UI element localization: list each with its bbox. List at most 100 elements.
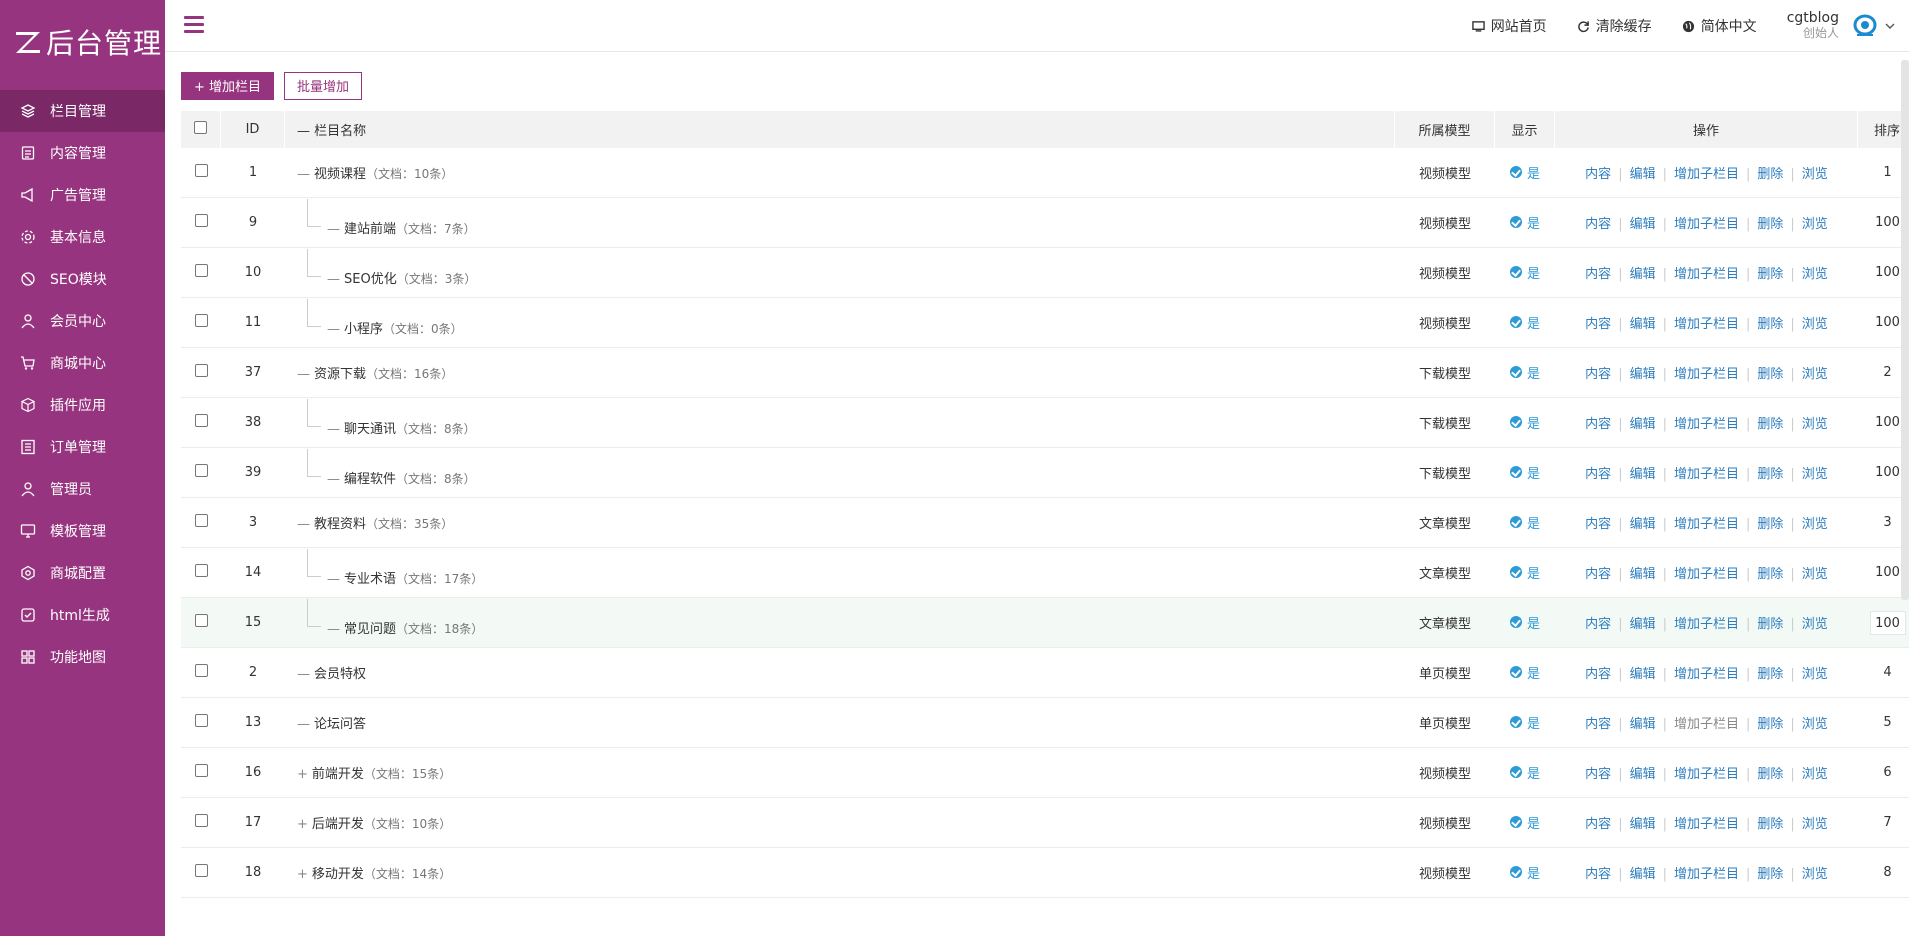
sort-value[interactable]: 4	[1883, 665, 1891, 680]
op-content-link[interactable]: 内容	[1585, 267, 1611, 282]
op-content-link[interactable]: 内容	[1585, 817, 1611, 832]
op-edit-link[interactable]: 编辑	[1630, 367, 1656, 382]
sort-input[interactable]: 100	[1869, 610, 1906, 635]
sort-value[interactable]: 1	[1883, 165, 1891, 180]
row-expand-toggle[interactable]: —	[297, 517, 310, 532]
row-checkbox[interactable]	[194, 664, 208, 677]
op-browse-link[interactable]: 浏览	[1802, 817, 1828, 832]
add-column-button[interactable]: + 增加栏目	[181, 71, 275, 100]
row-checkbox[interactable]	[194, 464, 208, 477]
row-expand-toggle[interactable]: +	[297, 867, 308, 882]
user-info[interactable]: cgtblog 创始人	[1787, 11, 1839, 41]
op-browse-link[interactable]: 浏览	[1802, 667, 1828, 682]
op-edit-link[interactable]: 编辑	[1630, 267, 1656, 282]
display-toggle[interactable]: 是	[1509, 363, 1540, 382]
op-add-sub-link[interactable]: 增加子栏目	[1674, 167, 1739, 182]
op-edit-link[interactable]: 编辑	[1630, 167, 1656, 182]
sort-value[interactable]: 100	[1875, 315, 1900, 330]
sidebar-item-1[interactable]: 内容管理	[0, 132, 165, 174]
display-toggle[interactable]: 是	[1509, 663, 1540, 682]
op-add-sub-link[interactable]: 增加子栏目	[1674, 817, 1739, 832]
op-content-link[interactable]: 内容	[1585, 317, 1611, 332]
op-add-sub-link[interactable]: 增加子栏目	[1674, 517, 1739, 532]
op-edit-link[interactable]: 编辑	[1630, 617, 1656, 632]
sidebar-item-7[interactable]: 插件应用	[0, 384, 165, 426]
op-add-sub-link[interactable]: 增加子栏目	[1674, 467, 1739, 482]
row-expand-toggle[interactable]: —	[327, 272, 340, 287]
row-expand-toggle[interactable]: —	[297, 717, 310, 732]
sort-value[interactable]: 6	[1883, 765, 1891, 780]
row-checkbox[interactable]	[194, 714, 208, 727]
op-delete-link[interactable]: 删除	[1757, 417, 1783, 432]
op-delete-link[interactable]: 删除	[1757, 817, 1783, 832]
op-add-sub-link[interactable]: 增加子栏目	[1674, 667, 1739, 682]
op-content-link[interactable]: 内容	[1585, 517, 1611, 532]
op-delete-link[interactable]: 删除	[1757, 867, 1783, 882]
display-toggle[interactable]: 是	[1509, 213, 1540, 232]
op-delete-link[interactable]: 删除	[1757, 367, 1783, 382]
row-expand-toggle[interactable]: —	[327, 622, 340, 637]
op-content-link[interactable]: 内容	[1585, 567, 1611, 582]
sort-value[interactable]: 100	[1875, 415, 1900, 430]
op-delete-link[interactable]: 删除	[1757, 767, 1783, 782]
language-switch[interactable]: 简体中文	[1682, 16, 1757, 36]
row-checkbox[interactable]	[194, 614, 208, 627]
sidebar-item-6[interactable]: 商城中心	[0, 342, 165, 384]
chevron-down-icon[interactable]	[1885, 21, 1895, 31]
row-expand-toggle[interactable]: +	[297, 767, 308, 782]
row-checkbox[interactable]	[194, 314, 208, 327]
op-browse-link[interactable]: 浏览	[1802, 517, 1828, 532]
op-content-link[interactable]: 内容	[1585, 867, 1611, 882]
op-delete-link[interactable]: 删除	[1757, 267, 1783, 282]
op-delete-link[interactable]: 删除	[1757, 517, 1783, 532]
op-delete-link[interactable]: 删除	[1757, 617, 1783, 632]
op-content-link[interactable]: 内容	[1585, 667, 1611, 682]
op-browse-link[interactable]: 浏览	[1802, 317, 1828, 332]
display-toggle[interactable]: 是	[1509, 863, 1540, 882]
sidebar-item-0[interactable]: 栏目管理	[0, 90, 165, 132]
op-browse-link[interactable]: 浏览	[1802, 567, 1828, 582]
row-expand-toggle[interactable]: —	[297, 167, 310, 182]
display-toggle[interactable]: 是	[1509, 413, 1540, 432]
op-edit-link[interactable]: 编辑	[1630, 467, 1656, 482]
sidebar-item-13[interactable]: 功能地图	[0, 636, 165, 678]
sidebar-item-4[interactable]: SEO模块	[0, 258, 165, 300]
sidebar-item-9[interactable]: 管理员	[0, 468, 165, 510]
op-browse-link[interactable]: 浏览	[1802, 617, 1828, 632]
scrollbar[interactable]	[1901, 60, 1909, 600]
sort-value[interactable]: 100	[1875, 565, 1900, 580]
row-checkbox[interactable]	[194, 414, 208, 427]
row-checkbox[interactable]	[194, 214, 208, 227]
op-add-sub-link[interactable]: 增加子栏目	[1674, 767, 1739, 782]
display-toggle[interactable]: 是	[1509, 563, 1540, 582]
op-add-sub-link[interactable]: 增加子栏目	[1674, 567, 1739, 582]
row-checkbox[interactable]	[194, 164, 208, 177]
op-delete-link[interactable]: 删除	[1757, 467, 1783, 482]
op-browse-link[interactable]: 浏览	[1802, 717, 1828, 732]
row-expand-toggle[interactable]: —	[327, 472, 340, 487]
row-checkbox[interactable]	[194, 764, 208, 777]
op-edit-link[interactable]: 编辑	[1630, 867, 1656, 882]
display-toggle[interactable]: 是	[1509, 513, 1540, 532]
sidebar-item-5[interactable]: 会员中心	[0, 300, 165, 342]
op-edit-link[interactable]: 编辑	[1630, 667, 1656, 682]
op-browse-link[interactable]: 浏览	[1802, 467, 1828, 482]
op-edit-link[interactable]: 编辑	[1630, 767, 1656, 782]
op-browse-link[interactable]: 浏览	[1802, 867, 1828, 882]
display-toggle[interactable]: 是	[1509, 263, 1540, 282]
row-checkbox[interactable]	[194, 864, 208, 877]
op-browse-link[interactable]: 浏览	[1802, 267, 1828, 282]
row-checkbox[interactable]	[194, 264, 208, 277]
op-add-sub-link[interactable]: 增加子栏目	[1674, 717, 1739, 732]
sidebar-item-12[interactable]: html生成	[0, 594, 165, 636]
op-delete-link[interactable]: 删除	[1757, 717, 1783, 732]
row-checkbox[interactable]	[194, 364, 208, 377]
sidebar-item-2[interactable]: 广告管理	[0, 174, 165, 216]
row-expand-toggle[interactable]: —	[297, 667, 310, 682]
logo[interactable]: 后台管理	[0, 0, 165, 84]
op-add-sub-link[interactable]: 增加子栏目	[1674, 617, 1739, 632]
display-toggle[interactable]: 是	[1509, 813, 1540, 832]
op-edit-link[interactable]: 编辑	[1630, 567, 1656, 582]
op-delete-link[interactable]: 删除	[1757, 667, 1783, 682]
op-edit-link[interactable]: 编辑	[1630, 217, 1656, 232]
